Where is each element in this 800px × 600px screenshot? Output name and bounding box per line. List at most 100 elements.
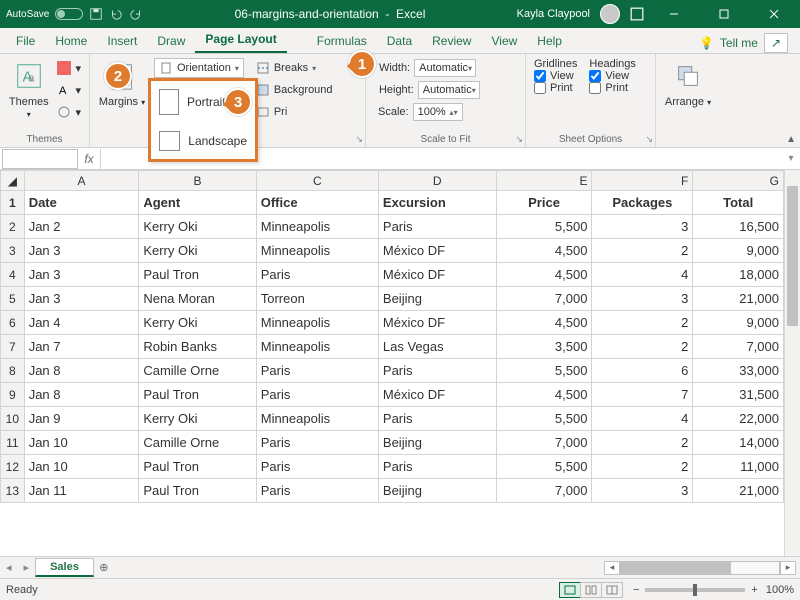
cell[interactable]: 2 — [592, 311, 693, 335]
cell[interactable]: Paris — [256, 359, 378, 383]
view-page-layout[interactable] — [580, 582, 602, 598]
gridlines-view[interactable]: View — [534, 70, 577, 82]
cell[interactable]: México DF — [378, 311, 496, 335]
cell[interactable]: Paul Tron — [139, 383, 256, 407]
theme-colors[interactable]: ▾ — [57, 58, 81, 78]
cell[interactable]: 3 — [592, 287, 693, 311]
cell[interactable]: Paul Tron — [139, 455, 256, 479]
cell[interactable]: 5,500 — [496, 359, 592, 383]
cell[interactable]: 31,500 — [693, 383, 784, 407]
undo-icon[interactable] — [109, 7, 123, 21]
cell[interactable]: Jan 10 — [24, 455, 139, 479]
hscroll-right[interactable]: ▸ — [780, 561, 796, 575]
close-button[interactable] — [754, 0, 794, 28]
col-header-C[interactable]: C — [256, 171, 378, 191]
cell[interactable]: Paris — [256, 263, 378, 287]
width-select[interactable]: Automatic▾ — [414, 59, 476, 77]
row-header[interactable]: 4 — [1, 263, 25, 287]
cell[interactable]: Jan 3 — [24, 287, 139, 311]
cell[interactable]: Jan 10 — [24, 431, 139, 455]
cell[interactable]: 3,500 — [496, 335, 592, 359]
row-header[interactable]: 2 — [1, 215, 25, 239]
cell[interactable]: Agent — [139, 191, 256, 215]
row-header[interactable]: 5 — [1, 287, 25, 311]
cell[interactable]: Paris — [378, 359, 496, 383]
cell[interactable]: Office — [256, 191, 378, 215]
add-sheet-button[interactable]: ⊕ — [94, 561, 114, 574]
page-setup-launcher[interactable]: ↘ — [355, 134, 363, 145]
cell[interactable]: Minneapolis — [256, 311, 378, 335]
avatar[interactable] — [600, 4, 620, 24]
theme-fonts[interactable]: A▾ — [57, 80, 81, 100]
cell[interactable]: Total — [693, 191, 784, 215]
cell[interactable]: Jan 2 — [24, 215, 139, 239]
cell[interactable]: 11,000 — [693, 455, 784, 479]
background-button[interactable]: Background — [256, 80, 333, 100]
zoom-in[interactable]: + — [751, 584, 757, 596]
cell[interactable]: Jan 8 — [24, 383, 139, 407]
row-header[interactable]: 8 — [1, 359, 25, 383]
cell[interactable]: Kerry Oki — [139, 407, 256, 431]
col-header-G[interactable]: G — [693, 171, 784, 191]
cell[interactable]: Camille Orne — [139, 431, 256, 455]
cell[interactable]: Paris — [256, 431, 378, 455]
cell[interactable]: Paris — [256, 479, 378, 503]
cell[interactable]: Jan 3 — [24, 239, 139, 263]
cell[interactable]: Jan 7 — [24, 335, 139, 359]
view-page-break[interactable] — [601, 582, 623, 598]
worksheet-grid[interactable]: ◢ABCDEFG1DateAgentOfficeExcursionPricePa… — [0, 170, 800, 556]
cell[interactable]: 7,000 — [496, 431, 592, 455]
cell[interactable]: Robin Banks — [139, 335, 256, 359]
cell[interactable]: Torreon — [256, 287, 378, 311]
cell[interactable]: 7,000 — [496, 287, 592, 311]
row-header[interactable]: 6 — [1, 311, 25, 335]
gridlines-print[interactable]: Print — [534, 82, 577, 94]
tab-home[interactable]: Home — [45, 30, 97, 53]
cell[interactable]: Paris — [378, 407, 496, 431]
col-header-A[interactable]: A — [24, 171, 139, 191]
cell[interactable]: 9,000 — [693, 311, 784, 335]
cell[interactable]: Beijing — [378, 479, 496, 503]
cell[interactable]: 4,500 — [496, 383, 592, 407]
row-header[interactable]: 11 — [1, 431, 25, 455]
cell[interactable]: 4,500 — [496, 239, 592, 263]
tab-help[interactable]: Help — [527, 30, 572, 53]
themes-button[interactable]: Aa Themes ▾ — [8, 58, 49, 120]
row-header[interactable]: 9 — [1, 383, 25, 407]
headings-view[interactable]: View — [589, 70, 635, 82]
zoom-slider[interactable] — [645, 588, 745, 592]
cell[interactable]: Beijing — [378, 287, 496, 311]
cell[interactable]: 33,000 — [693, 359, 784, 383]
cell[interactable]: 5,500 — [496, 455, 592, 479]
tab-review[interactable]: Review — [422, 30, 481, 53]
cell[interactable]: Jan 9 — [24, 407, 139, 431]
tell-me[interactable]: Tell me — [720, 36, 758, 50]
cell[interactable]: 2 — [592, 335, 693, 359]
cell[interactable]: Paul Tron — [139, 263, 256, 287]
fx-icon[interactable]: fx — [78, 152, 100, 166]
row-header[interactable]: 3 — [1, 239, 25, 263]
cell[interactable]: Kerry Oki — [139, 215, 256, 239]
cell[interactable]: 14,000 — [693, 431, 784, 455]
sheet-nav-prev[interactable]: ◂ — [0, 561, 18, 574]
row-header[interactable]: 13 — [1, 479, 25, 503]
col-header-D[interactable]: D — [378, 171, 496, 191]
tab-draw[interactable]: Draw — [147, 30, 195, 53]
tab-insert[interactable]: Insert — [97, 30, 147, 53]
cell[interactable]: 3 — [592, 215, 693, 239]
arrange-button[interactable]: Arrange ▾ — [664, 58, 712, 108]
cell[interactable]: 5,500 — [496, 407, 592, 431]
sheet-opts-launcher[interactable]: ↘ — [645, 134, 653, 145]
scale-input[interactable]: 100%▴▾ — [413, 103, 463, 121]
row-header[interactable]: 10 — [1, 407, 25, 431]
col-header-E[interactable]: E — [496, 171, 592, 191]
theme-effects[interactable]: ▾ — [57, 102, 81, 122]
headings-print[interactable]: Print — [589, 82, 635, 94]
cell[interactable]: Minneapolis — [256, 407, 378, 431]
tab-page-layout[interactable]: Page Layout — [195, 28, 286, 53]
cell[interactable]: México DF — [378, 383, 496, 407]
maximize-button[interactable] — [704, 0, 744, 28]
cell[interactable]: Paris — [256, 383, 378, 407]
cell[interactable]: Packages — [592, 191, 693, 215]
tab-file[interactable]: File — [6, 30, 45, 53]
